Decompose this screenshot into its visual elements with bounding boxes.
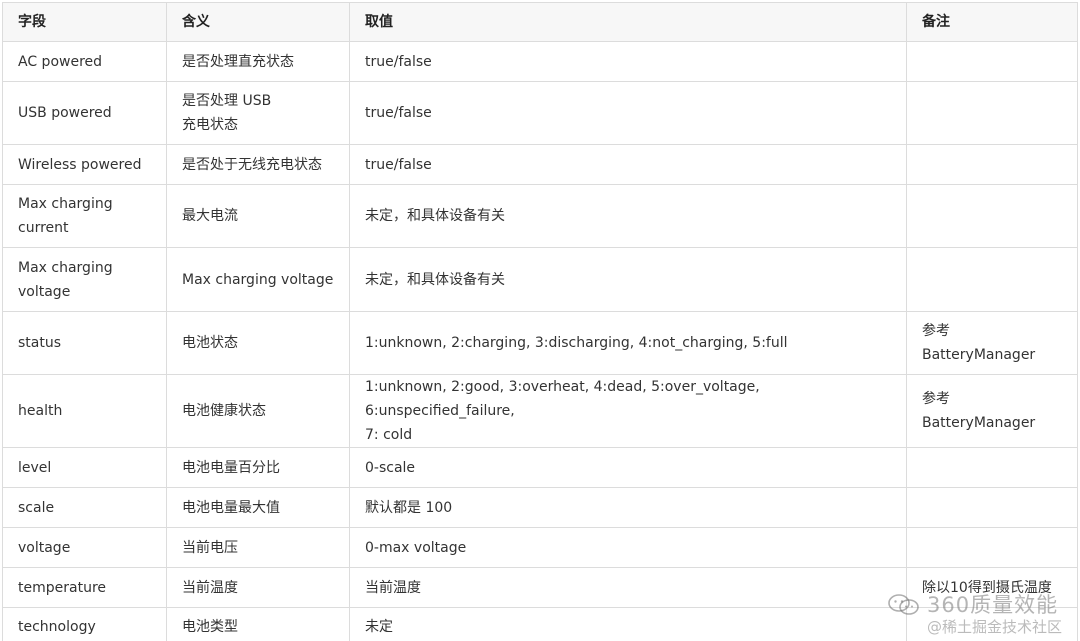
cell-meaning: 电池电量百分比: [166, 447, 350, 488]
cell-value: 1:unknown, 2:charging, 3:discharging, 4:…: [349, 311, 907, 375]
cell-field: health: [2, 374, 167, 448]
table-row: level 电池电量百分比 0-scale: [2, 447, 1078, 488]
cell-meaning: 当前电压: [166, 527, 350, 568]
table-row: Max charging voltage Max charging voltage…: [2, 247, 1078, 312]
cell-field: Wireless powered: [2, 144, 167, 185]
cell-field: voltage: [2, 527, 167, 568]
cell-note: [906, 184, 1078, 248]
cell-field: USB powered: [2, 81, 167, 145]
cell-note: 参考 BatteryManager: [906, 374, 1078, 448]
cell-note: [906, 247, 1078, 312]
cell-note: [906, 41, 1078, 82]
page: 字段 含义 取值 备注 AC powered 是否处理直充状态 true/fal…: [0, 0, 1080, 641]
cell-meaning: 是否处理 USB 充电状态: [166, 81, 350, 145]
header-value: 取值: [349, 2, 907, 42]
cell-note: 参考 BatteryManager: [906, 311, 1078, 375]
cell-field: status: [2, 311, 167, 375]
cell-field: Max charging voltage: [2, 247, 167, 312]
table-row: USB powered 是否处理 USB 充电状态 true/false: [2, 81, 1078, 145]
cell-value: 默认都是 100: [349, 487, 907, 528]
cell-value: 未定，和具体设备有关: [349, 184, 907, 248]
table-row: AC powered 是否处理直充状态 true/false: [2, 41, 1078, 82]
cell-value: 1:unknown, 2:good, 3:overheat, 4:dead, 5…: [349, 374, 907, 448]
cell-field: scale: [2, 487, 167, 528]
cell-value: 未定，和具体设备有关: [349, 247, 907, 312]
cell-field: level: [2, 447, 167, 488]
header-meaning: 含义: [166, 2, 350, 42]
cell-note: [906, 447, 1078, 488]
table-row: status 电池状态 1:unknown, 2:charging, 3:dis…: [2, 311, 1078, 375]
cell-meaning: Max charging voltage: [166, 247, 350, 312]
table-row: Wireless powered 是否处于无线充电状态 true/false: [2, 144, 1078, 185]
battery-fields-table: 字段 含义 取值 备注 AC powered 是否处理直充状态 true/fal…: [2, 2, 1078, 641]
cell-note: [906, 487, 1078, 528]
cell-value: true/false: [349, 41, 907, 82]
table-row: technology 电池类型 未定: [2, 607, 1078, 641]
cell-value: 0-max voltage: [349, 527, 907, 568]
header-field: 字段: [2, 2, 167, 42]
cell-note: [906, 144, 1078, 185]
cell-meaning: 是否处理直充状态: [166, 41, 350, 82]
cell-note: 除以10得到摄氏温度: [906, 567, 1078, 608]
cell-note: [906, 81, 1078, 145]
cell-field: temperature: [2, 567, 167, 608]
cell-value: 未定: [349, 607, 907, 641]
cell-meaning: 电池电量最大值: [166, 487, 350, 528]
table-row: temperature 当前温度 当前温度 除以10得到摄氏温度: [2, 567, 1078, 608]
cell-field: technology: [2, 607, 167, 641]
cell-meaning: 当前温度: [166, 567, 350, 608]
cell-note: [906, 607, 1078, 641]
cell-meaning: 电池健康状态: [166, 374, 350, 448]
cell-meaning: 最大电流: [166, 184, 350, 248]
table-row: health 电池健康状态 1:unknown, 2:good, 3:overh…: [2, 374, 1078, 448]
cell-note: [906, 527, 1078, 568]
table-row: voltage 当前电压 0-max voltage: [2, 527, 1078, 568]
table-row: Max charging current 最大电流 未定，和具体设备有关: [2, 184, 1078, 248]
cell-meaning: 是否处于无线充电状态: [166, 144, 350, 185]
cell-value: true/false: [349, 81, 907, 145]
cell-field: Max charging current: [2, 184, 167, 248]
cell-meaning: 电池状态: [166, 311, 350, 375]
table-header-row: 字段 含义 取值 备注: [2, 2, 1078, 42]
cell-value: true/false: [349, 144, 907, 185]
cell-value: 0-scale: [349, 447, 907, 488]
cell-field: AC powered: [2, 41, 167, 82]
cell-value: 当前温度: [349, 567, 907, 608]
header-note: 备注: [906, 2, 1078, 42]
table-row: scale 电池电量最大值 默认都是 100: [2, 487, 1078, 528]
cell-meaning: 电池类型: [166, 607, 350, 641]
